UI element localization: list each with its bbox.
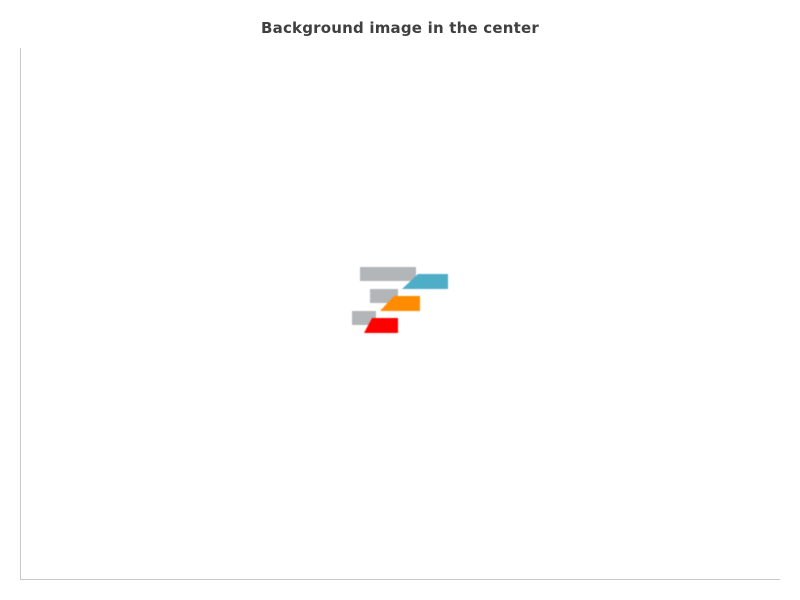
logo-bar-gray-1 [360,267,416,281]
logo-icon [352,267,448,333]
